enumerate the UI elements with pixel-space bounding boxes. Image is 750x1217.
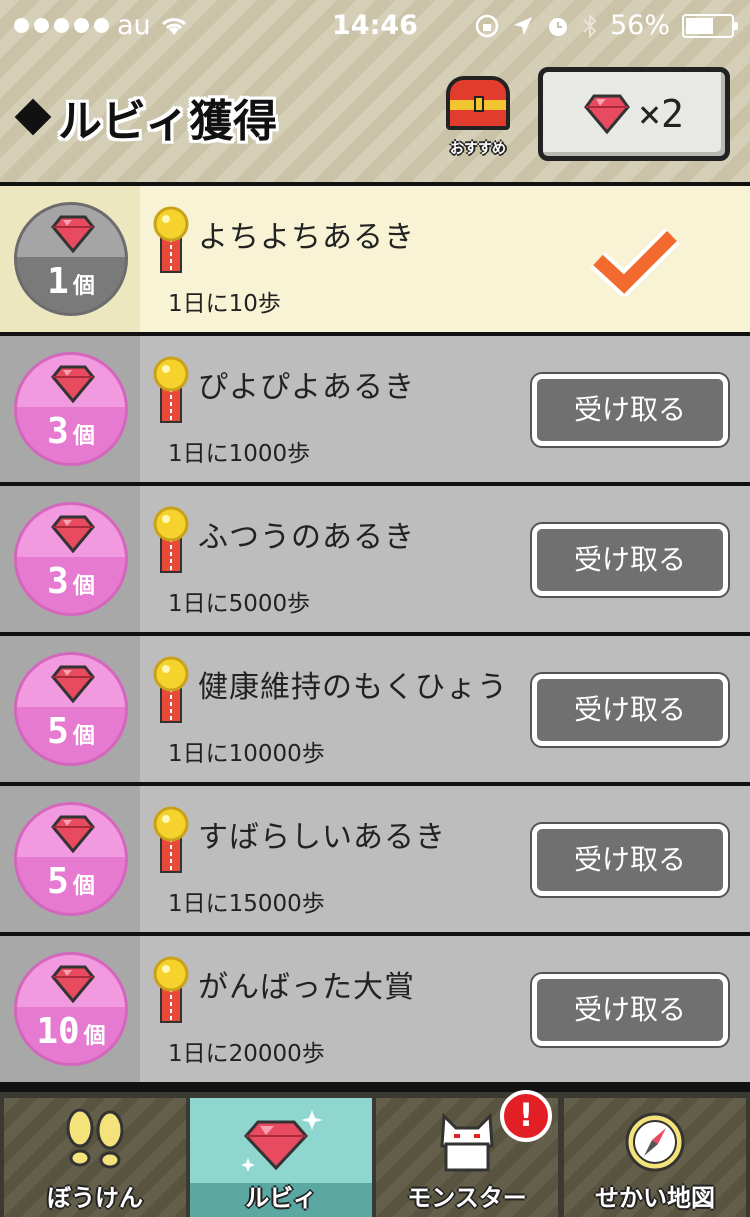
alarm-icon <box>548 17 567 36</box>
ruby-icon <box>51 365 95 403</box>
tab-bar: ぼうけん ルビィ モンスター せかい地図 <box>0 1092 750 1217</box>
reward-number: 1 <box>47 261 69 302</box>
reward-number: 3 <box>47 561 69 602</box>
compass-icon <box>625 1112 685 1172</box>
reward-badge-area: 3個 <box>0 486 140 632</box>
reward-amount-badge: 10 個 <box>14 952 128 1066</box>
recommend-label: おすすめ <box>450 141 506 157</box>
reward-row: 1個 よちよちあるき 1日に10歩 <box>0 186 750 332</box>
medal-icon <box>153 956 189 1023</box>
reward-unit: 個 <box>83 1024 106 1049</box>
reward-row: 5個 健康維持のもくひょう 1日に10000歩 受け取る <box>0 636 750 782</box>
reward-unit: 個 <box>72 424 95 449</box>
tab-monster-label: モンスター <box>407 1184 527 1212</box>
reward-unit: 個 <box>72 724 95 749</box>
claim-button[interactable]: 受け取る <box>532 524 728 596</box>
reward-unit: 個 <box>72 874 95 899</box>
tab-adventure-label: ぼうけん <box>47 1184 143 1212</box>
reward-title: 健康維持のもくひょう <box>198 670 508 705</box>
ruby-icon <box>51 515 95 553</box>
bluetooth-icon <box>583 13 597 38</box>
tab-world-map-label: せかい地図 <box>595 1184 715 1212</box>
reward-amount-badge: 3個 <box>14 502 128 616</box>
medal-icon <box>153 356 189 423</box>
reward-row: 3個 ふつうのあるき 1日に5000歩 受け取る <box>0 486 750 632</box>
gem-counter[interactable]: ×2 <box>538 67 730 161</box>
claim-button[interactable]: 受け取る <box>532 824 728 896</box>
page-title: ルビィ獲得 <box>58 96 278 147</box>
location-arrow-icon <box>513 16 532 35</box>
status-right: 56% <box>474 10 738 41</box>
reward-number: 3 <box>47 411 69 452</box>
ruby-icon <box>51 215 95 253</box>
claim-button[interactable]: 受け取る <box>532 974 728 1046</box>
footprints-icon <box>66 1108 124 1169</box>
reward-count: 1個 <box>17 261 125 302</box>
reward-title: よちよちあるき <box>198 220 415 255</box>
ruby-icon <box>51 665 95 703</box>
reward-amount-badge: 5個 <box>14 802 128 916</box>
reward-requirement: 1日に1000歩 <box>168 441 311 467</box>
monster-alert-badge: ! <box>500 1090 552 1142</box>
reward-row: 5個 すばらしいあるき 1日に15000歩 受け取る <box>0 786 750 932</box>
reward-count: 10 個 <box>17 1011 125 1052</box>
tab-adventure[interactable]: ぼうけん <box>4 1098 186 1217</box>
battery-icon <box>682 13 738 38</box>
reward-title: がんばった大賞 <box>198 970 415 1005</box>
reward-title: すばらしいあるき <box>198 820 446 855</box>
battery-percent: 56% <box>609 10 670 41</box>
reward-number: 5 <box>47 711 69 752</box>
medal-icon <box>153 656 189 723</box>
reward-number: 5 <box>47 861 69 902</box>
reward-count: 3個 <box>17 411 125 452</box>
reward-requirement: 1日に10000歩 <box>168 741 325 767</box>
page-title-group: ルビィ獲得 <box>14 85 278 149</box>
ruby-icon <box>241 1110 323 1172</box>
reward-list[interactable]: 1個 よちよちあるき 1日に10歩 3 個 ぴよぴよあるき 1日に1000歩 受… <box>0 182 750 1092</box>
reward-requirement: 1日に10歩 <box>168 291 281 317</box>
reward-badge-area: 10 個 <box>0 936 140 1082</box>
reward-requirement: 1日に5000歩 <box>168 591 311 617</box>
medal-icon <box>153 506 189 573</box>
top-header-area: au 14:46 56% ルビィ獲得 おすすめ ×2 <box>0 0 750 182</box>
reward-amount-badge: 3個 <box>14 352 128 466</box>
tab-world-map[interactable]: せかい地図 <box>564 1098 746 1217</box>
tab-ruby-label: ルビィ <box>245 1184 317 1212</box>
diamond-bullet-icon <box>14 98 52 136</box>
reward-unit: 個 <box>72 274 95 299</box>
reward-amount-badge: 5個 <box>14 652 128 766</box>
reward-badge-area: 5個 <box>0 786 140 932</box>
gem-count: ×2 <box>638 92 684 136</box>
reward-unit: 個 <box>72 574 95 599</box>
reward-row: 10 個 がんばった大賞 1日に20000歩 受け取る <box>0 936 750 1082</box>
reward-title: ぴよぴよあるき <box>198 370 415 405</box>
reward-number: 10 <box>36 1011 80 1052</box>
reward-requirement: 1日に20000歩 <box>168 1041 325 1067</box>
reward-badge-area: 1個 <box>0 186 140 332</box>
ruby-icon <box>51 965 95 1003</box>
reward-title: ふつうのあるき <box>198 520 415 555</box>
medal-icon <box>153 206 189 273</box>
reward-requirement: 1日に15000歩 <box>168 891 325 917</box>
reward-badge-area: 5個 <box>0 636 140 782</box>
recommend-chest-button[interactable]: おすすめ <box>440 68 516 160</box>
reward-badge-area: 3個 <box>0 336 140 482</box>
reward-amount-badge: 1個 <box>14 202 128 316</box>
ruby-icon <box>584 94 631 134</box>
claim-button[interactable]: 受け取る <box>532 374 728 446</box>
cat-monster-icon <box>440 1112 494 1172</box>
reward-row: 3個 ぴよぴよあるき 1日に1000歩 受け取る <box>0 336 750 482</box>
checkmark-icon <box>590 228 680 296</box>
rotation-lock-icon <box>475 14 499 37</box>
treasure-chest-icon <box>446 76 510 130</box>
medal-icon <box>153 806 189 873</box>
claim-button[interactable]: 受け取る <box>532 674 728 746</box>
ruby-icon <box>51 815 95 853</box>
reward-count: 5個 <box>17 861 125 902</box>
status-bar: au 14:46 56% <box>0 0 750 52</box>
reward-count: 3個 <box>17 561 125 602</box>
tab-ruby[interactable]: ルビィ <box>190 1098 372 1217</box>
reward-count: 5個 <box>17 711 125 752</box>
